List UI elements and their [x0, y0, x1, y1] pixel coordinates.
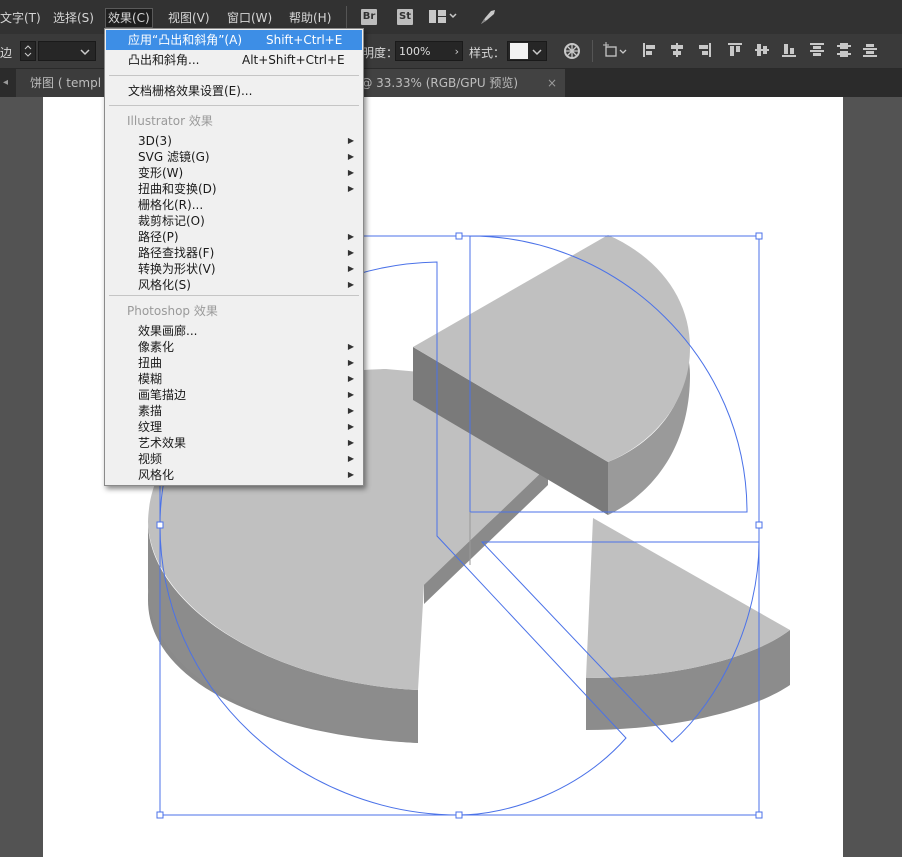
menu-item-label: 裁剪标记(O): [138, 214, 205, 228]
menu-item-label: SVG 滤镜(G): [138, 150, 210, 164]
menu-separator: [109, 295, 359, 296]
effect-menu-dropdown: 应用“凸出和斜角”(A) Shift+Ctrl+E 凸出和斜角... Alt+S…: [104, 28, 364, 486]
submenu-arrow-icon: ▶: [347, 342, 354, 351]
submenu-arrow-icon: ▶: [347, 438, 354, 447]
photoshop-effect-item-5[interactable]: 素描 ▶: [106, 403, 362, 419]
illustrator-effect-item-9[interactable]: 风格化(S) ▶: [106, 277, 362, 293]
photoshop-effect-item-1[interactable]: 像素化 ▶: [106, 339, 362, 355]
photoshop-effect-item-3[interactable]: 模糊 ▶: [106, 371, 362, 387]
submenu-arrow-icon: ▶: [347, 358, 354, 367]
submenu-arrow-icon: ▶: [347, 184, 354, 193]
illustrator-effect-item-6[interactable]: 路径(P) ▶: [106, 229, 362, 245]
photoshop-effect-item-0[interactable]: 效果画廊...: [106, 323, 362, 339]
apply-last-effect-item[interactable]: 应用“凸出和斜角”(A) Shift+Ctrl+E: [106, 30, 362, 50]
submenu-arrow-icon: ▶: [347, 374, 354, 383]
illustrator-effect-item-4[interactable]: 栅格化(R)...: [106, 197, 362, 213]
menu-item-label: 凸出和斜角...: [128, 53, 200, 67]
submenu-arrow-icon: ▶: [347, 248, 354, 257]
submenu-arrow-icon: ▶: [347, 152, 354, 161]
menu-item-shortcut: Alt+Shift+Ctrl+E: [242, 53, 345, 67]
menu-separator: [109, 105, 359, 106]
menu-item-label: 纹理: [138, 420, 163, 434]
submenu-arrow-icon: ▶: [347, 390, 354, 399]
photoshop-effect-item-8[interactable]: 视频 ▶: [106, 451, 362, 467]
submenu-arrow-icon: ▶: [347, 406, 354, 415]
submenu-arrow-icon: ▶: [347, 232, 354, 241]
illustrator-effect-item-8[interactable]: 转换为形状(V) ▶: [106, 261, 362, 277]
menu-item-label: 风格化(S): [138, 278, 191, 292]
menu-item-label: 素描: [138, 404, 163, 418]
photoshop-effect-item-4[interactable]: 画笔描边 ▶: [106, 387, 362, 403]
illustrator-effect-item-0[interactable]: 3D(3) ▶: [106, 133, 362, 149]
photoshop-effect-item-7[interactable]: 艺术效果 ▶: [106, 435, 362, 451]
menu-item-label: 扭曲: [138, 356, 163, 370]
menu-item-label: 应用“凸出和斜角”(A): [128, 33, 243, 47]
menu-item-label: 像素化: [138, 340, 175, 354]
menu-item-label: 模糊: [138, 372, 163, 386]
document-raster-settings-item[interactable]: 文档栅格效果设置(E)...: [106, 83, 362, 99]
submenu-arrow-icon: ▶: [347, 280, 354, 289]
submenu-arrow-icon: ▶: [347, 454, 354, 463]
submenu-arrow-icon: ▶: [347, 470, 354, 479]
illustrator-effect-item-3[interactable]: 扭曲和变换(D) ▶: [106, 181, 362, 197]
menu-separator: [109, 75, 359, 76]
menu-item-label: 变形(W): [138, 166, 184, 180]
submenu-arrow-icon: ▶: [347, 264, 354, 273]
submenu-arrow-icon: ▶: [347, 136, 354, 145]
photoshop-effect-item-6[interactable]: 纹理 ▶: [106, 419, 362, 435]
menu-item-label: 路径(P): [138, 230, 179, 244]
menu-item-label: 路径查找器(F): [138, 246, 215, 260]
menu-item-label: 文档栅格效果设置(E)...: [128, 84, 253, 98]
photoshop-effect-item-2[interactable]: 扭曲 ▶: [106, 355, 362, 371]
illustrator-effect-item-1[interactable]: SVG 滤镜(G) ▶: [106, 149, 362, 165]
illustrator-effect-item-2[interactable]: 变形(W) ▶: [106, 165, 362, 181]
menu-item-label: 视频: [138, 452, 163, 466]
photoshop-effects-header: Photoshop 效果: [127, 304, 218, 318]
menu-item-label: 艺术效果: [138, 436, 187, 450]
menu-item-label: 画笔描边: [138, 388, 187, 402]
menu-item-label: 3D(3): [138, 134, 172, 148]
illustrator-effect-item-5[interactable]: 裁剪标记(O): [106, 213, 362, 229]
menu-item-label: 风格化: [138, 468, 175, 482]
menu-item-label: 扭曲和变换(D): [138, 182, 217, 196]
illustrator-effects-header: Illustrator 效果: [127, 114, 213, 128]
menu-item-label: 栅格化(R)...: [138, 198, 204, 212]
last-effect-item[interactable]: 凸出和斜角... Alt+Shift+Ctrl+E: [106, 52, 362, 68]
submenu-arrow-icon: ▶: [347, 168, 354, 177]
menu-item-shortcut: Shift+Ctrl+E: [266, 33, 343, 47]
menu-item-label: 效果画廊...: [138, 324, 198, 338]
photoshop-effect-item-9[interactable]: 风格化 ▶: [106, 467, 362, 483]
illustrator-effect-item-7[interactable]: 路径查找器(F) ▶: [106, 245, 362, 261]
menu-item-label: 转换为形状(V): [138, 262, 216, 276]
submenu-arrow-icon: ▶: [347, 422, 354, 431]
